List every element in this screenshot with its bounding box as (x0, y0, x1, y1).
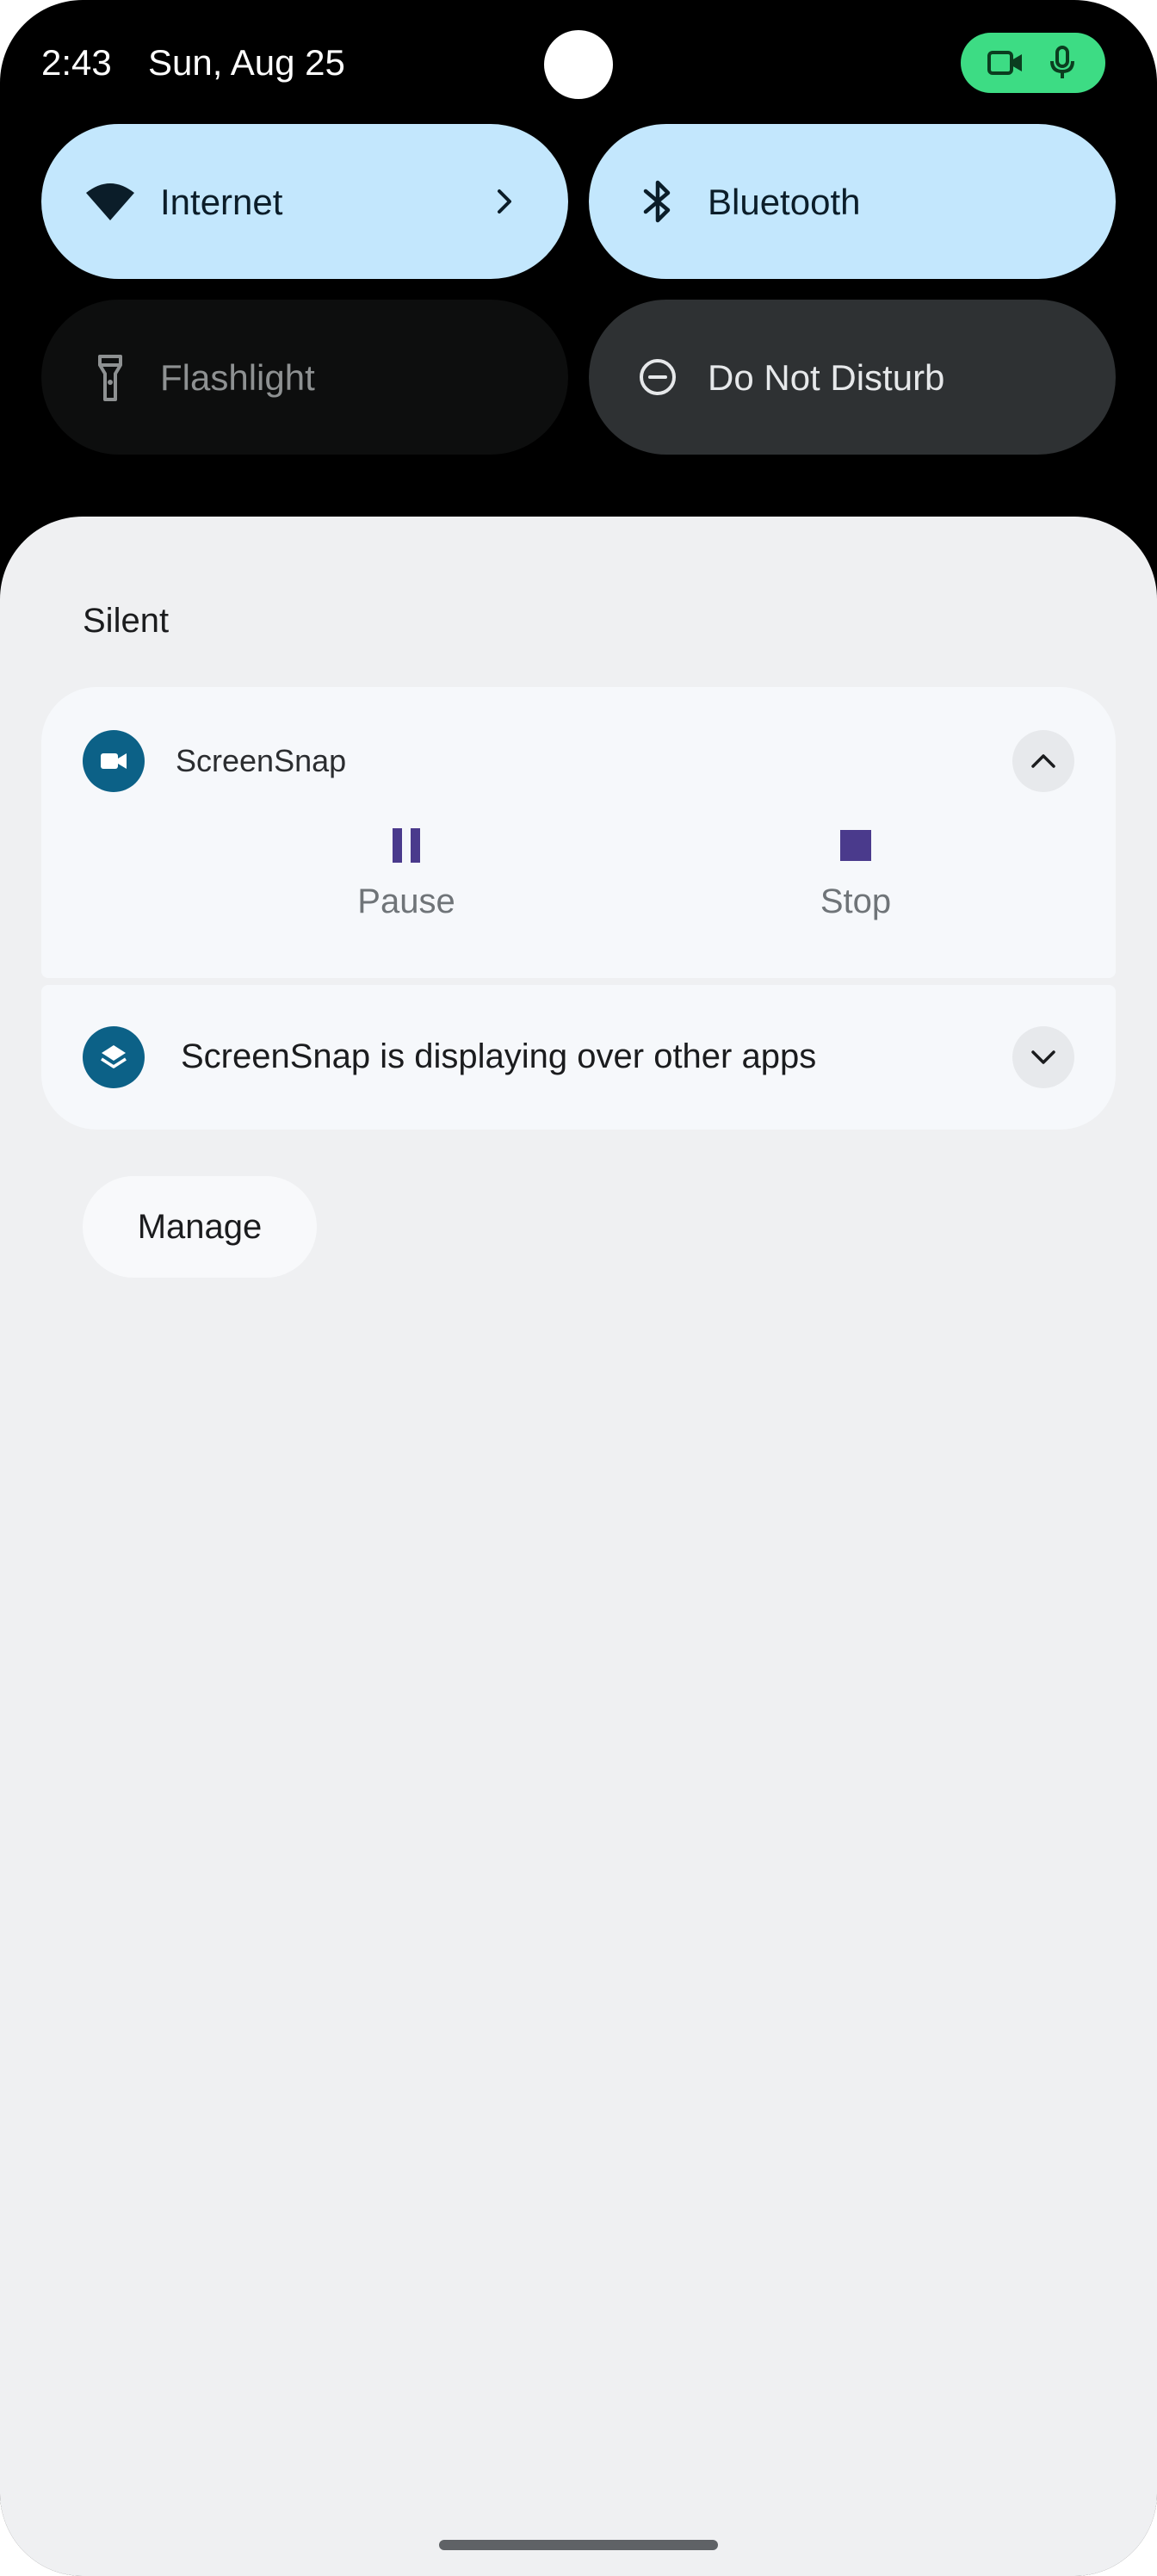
tile-bluetooth[interactable]: Bluetooth (589, 124, 1116, 279)
stop-action-button[interactable]: Stop (752, 828, 959, 940)
home-indicator[interactable] (439, 2540, 718, 2550)
chevron-up-icon (1031, 754, 1055, 768)
chevron-down-icon (1031, 1050, 1055, 1064)
status-date: Sun, Aug 25 (148, 42, 345, 83)
overlay-notification[interactable]: ScreenSnap is displaying over other apps (41, 985, 1116, 1130)
tile-flashlight[interactable]: Flashlight (41, 300, 568, 455)
chevron-right-icon (498, 189, 511, 214)
videocam-icon (987, 51, 1022, 75)
wifi-icon (86, 183, 134, 220)
tile-do-not-disturb-label: Do Not Disturb (708, 357, 945, 398)
camera-cutout (544, 30, 613, 99)
tile-internet-label: Internet (160, 182, 283, 222)
pause-icon (393, 828, 420, 863)
do-not-disturb-icon (640, 359, 676, 395)
phone-screen: 2:43 Sun, Aug 25 Internet Bluetooth Flas… (0, 0, 1157, 2576)
bluetooth-icon (643, 180, 671, 223)
tile-flashlight-label: Flashlight (160, 357, 315, 398)
collapse-button[interactable] (1012, 730, 1074, 792)
app-icon-badge (83, 730, 145, 792)
stop-action-label: Stop (820, 882, 892, 920)
expand-button[interactable] (1012, 1026, 1074, 1088)
recording-notification[interactable]: ScreenSnap Pause Stop (41, 687, 1116, 978)
layers-icon (101, 1045, 127, 1068)
manage-button[interactable]: Manage (83, 1176, 317, 1278)
pause-action-button[interactable]: Pause (303, 828, 510, 940)
stop-icon (840, 830, 871, 861)
status-time: 2:43 (41, 42, 112, 83)
app-icon-badge (83, 1026, 145, 1088)
pause-action-label: Pause (357, 882, 455, 920)
tile-bluetooth-label: Bluetooth (708, 182, 861, 222)
overlay-notification-text: ScreenSnap is displaying over other apps (181, 1037, 817, 1075)
notification-app-name: ScreenSnap (176, 743, 347, 778)
privacy-indicator-chip[interactable] (961, 33, 1105, 93)
status-bar: 2:43 Sun, Aug 25 (0, 0, 1157, 121)
section-title-silent: Silent (83, 602, 170, 640)
tile-do-not-disturb[interactable]: Do Not Disturb (589, 300, 1116, 455)
tile-internet[interactable]: Internet (41, 124, 568, 279)
mic-icon (1050, 46, 1074, 78)
notification-shade: Silent ScreenSnap Pause Stop ScreenSnap … (0, 517, 1157, 2576)
videocam-icon (101, 753, 127, 769)
flashlight-icon (98, 355, 122, 401)
